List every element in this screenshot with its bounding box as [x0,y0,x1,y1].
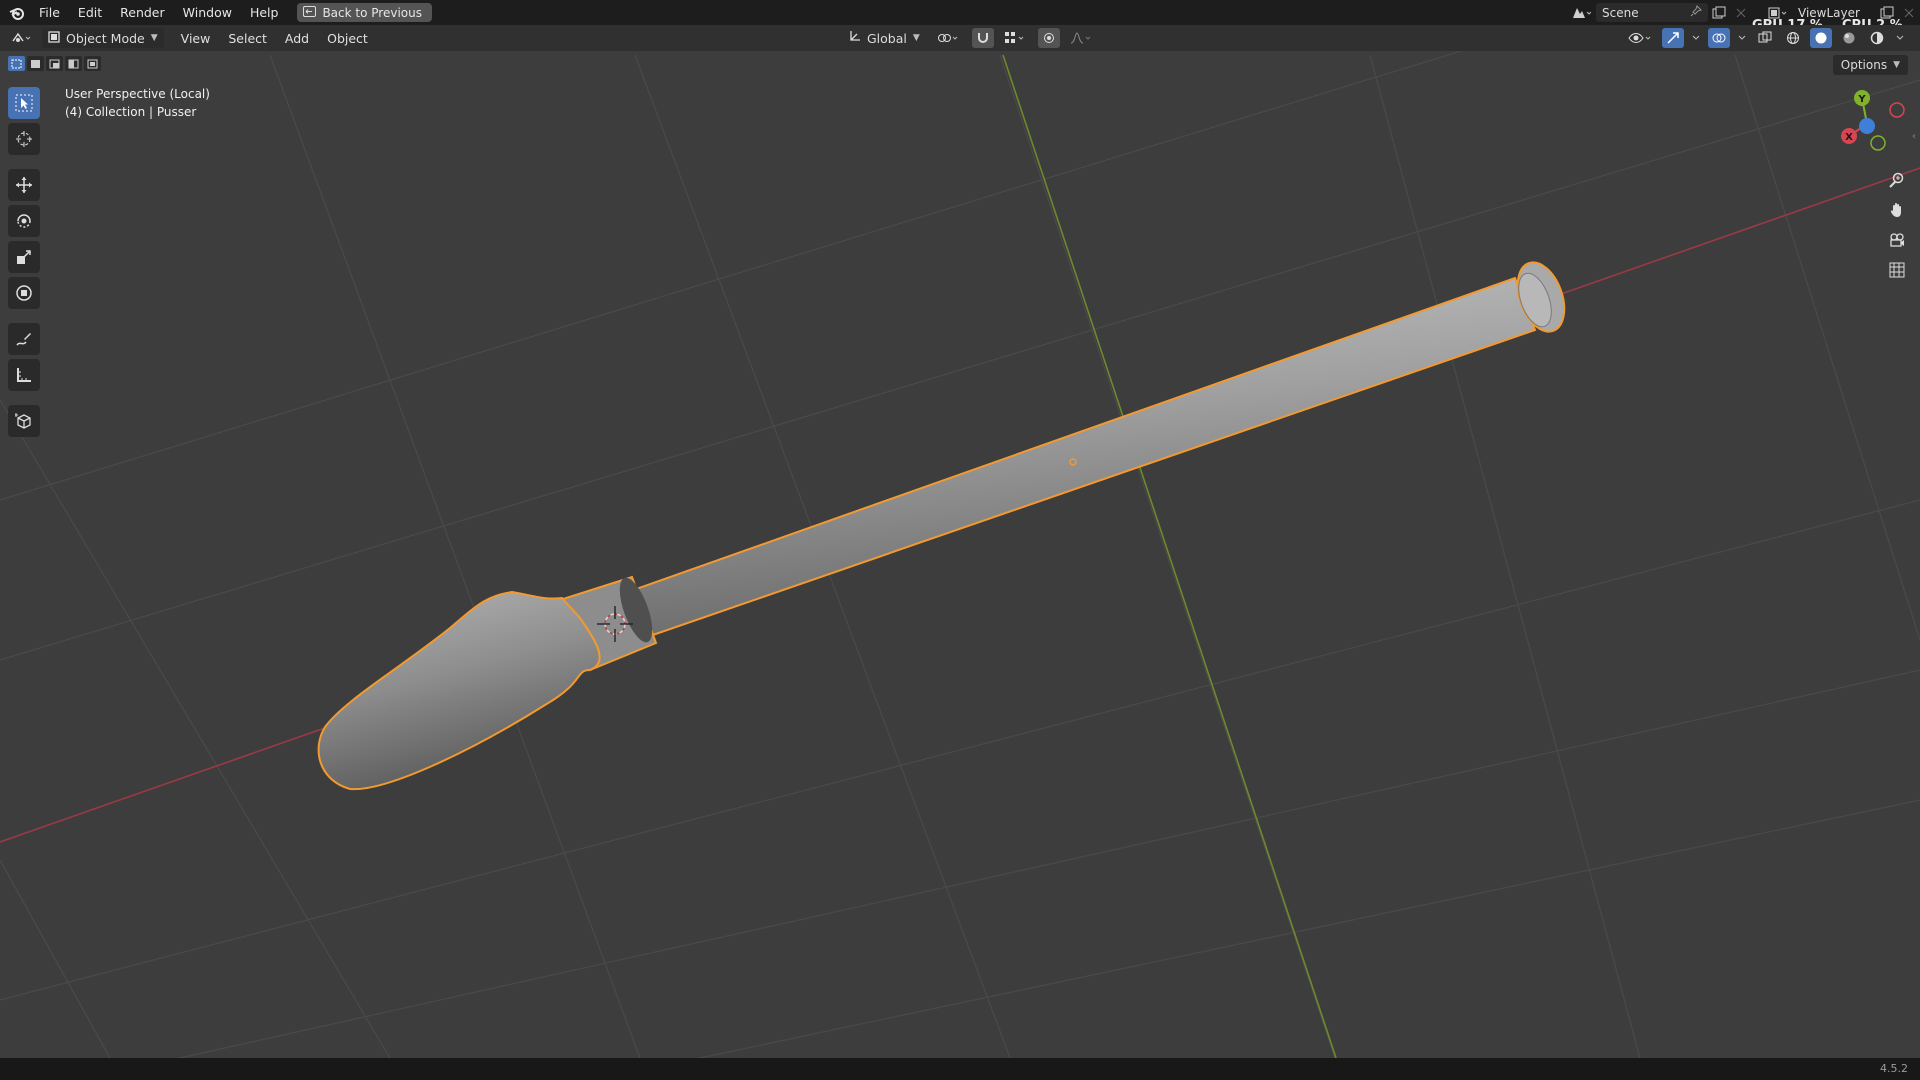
menu-edit[interactable]: Edit [69,0,111,25]
scene-browse-icon[interactable] [1566,3,1596,23]
collection-label: (4) Collection | Pusser [65,105,197,119]
select-invert-icon[interactable] [65,56,82,71]
pivot-point-icon[interactable] [934,28,964,48]
object-mode-icon [48,30,60,46]
pan-hand-icon[interactable] [1884,198,1910,222]
annotate-tool-icon[interactable] [8,323,40,355]
viewport-header: Object Mode ▼ View Select Add Object Glo… [0,25,1920,51]
object-visibility-icon[interactable] [1626,28,1656,48]
move-tool-icon[interactable] [8,169,40,201]
y-axis-line [1002,54,1337,1058]
select-box-tool-icon[interactable] [8,87,40,119]
pin-icon[interactable] [1690,5,1702,20]
y-axis-label: Y [1857,94,1866,105]
select-new-icon[interactable] [8,56,25,71]
selection-mode-group [8,56,101,71]
gizmo-dropdown-icon[interactable] [1690,28,1702,48]
shading-dropdown-icon[interactable] [1894,28,1906,48]
proportional-falloff-icon[interactable] [1068,28,1096,48]
proportional-editing-icon[interactable] [1037,28,1060,48]
perspective-label: User Perspective (Local) [65,87,210,101]
menu-add[interactable]: Add [276,31,318,46]
version-label: 4.5.2 [1880,1062,1908,1075]
fullscreen-back-icon [303,5,317,20]
menu-help[interactable]: Help [241,0,288,25]
zoom-icon[interactable] [1884,168,1910,192]
snap-toggle-icon[interactable] [971,28,994,48]
viewport-header-right [1626,25,1906,51]
snap-target-icon[interactable] [1002,28,1030,48]
tool-shelf [8,87,40,437]
measure-tool-icon[interactable] [8,359,40,391]
camera-view-icon[interactable] [1884,228,1910,252]
navigation-gizmo[interactable]: Y X [1830,86,1920,176]
rotate-tool-icon[interactable] [8,205,40,237]
orientation-axes-icon [848,30,861,46]
status-bar: 4.5.2 [0,1058,1920,1080]
overlays-toggle-icon[interactable] [1708,28,1730,48]
delete-scene-icon[interactable] [1730,3,1752,23]
menu-window[interactable]: Window [174,0,241,25]
transform-tool-icon[interactable] [8,277,40,309]
blender-logo-icon[interactable] [4,0,30,25]
select-intersect-icon[interactable] [84,56,101,71]
menu-file[interactable]: File [30,0,69,25]
scene-name-field[interactable]: Scene [1596,3,1708,22]
options-dropdown[interactable]: Options ▼ [1832,55,1908,75]
new-scene-icon[interactable] [1708,3,1730,23]
orthographic-toggle-icon[interactable] [1884,258,1910,282]
chevron-down-icon: ▼ [1893,60,1900,70]
solid-shading-icon[interactable] [1810,28,1832,48]
menu-select[interactable]: Select [219,31,276,46]
view-navigation-tools [1884,168,1910,282]
menu-view[interactable]: View [172,31,220,46]
sidebar-toggle-icon[interactable]: ‹ [1912,131,1920,151]
rendered-shading-icon[interactable] [1866,28,1888,48]
object-mode-dropdown[interactable]: Object Mode ▼ [42,28,164,48]
negative-y-handle [1870,135,1886,151]
material-preview-icon[interactable] [1838,28,1860,48]
gizmo-toggle-icon[interactable] [1662,28,1684,48]
x-axis-label: X [1845,132,1853,143]
chevron-down-icon: ▼ [912,33,920,43]
transform-orientation-dropdown[interactable]: Global ▼ [842,28,926,48]
object-mode-label: Object Mode [66,30,145,46]
pusser-object [317,261,1566,791]
scale-tool-icon[interactable] [8,241,40,273]
z-axis-handle [1859,118,1875,134]
top-menu-bar: File Edit Render Window Help Back to Pre… [0,0,1920,25]
overlays-dropdown-icon[interactable] [1736,28,1748,48]
back-to-previous-button[interactable]: Back to Previous [297,3,432,22]
back-to-previous-label: Back to Previous [322,5,422,20]
options-label: Options [1840,58,1888,72]
select-subtract-icon[interactable] [46,56,63,71]
editor-type-icon[interactable] [6,28,38,48]
wireframe-shading-icon[interactable] [1782,28,1804,48]
scene-name: Scene [1602,5,1639,20]
chevron-down-icon: ▼ [150,33,158,43]
floor-grid [0,51,1920,1058]
select-extend-icon[interactable] [27,56,44,71]
negative-x-handle [1889,102,1905,118]
3d-viewport[interactable]: User Perspective (Local) (4) Collection … [0,51,1920,1058]
transform-orientation-label: Global [867,30,907,46]
cursor-tool-icon[interactable] [8,123,40,155]
transform-controls: Global ▼ [838,25,1096,51]
add-cube-tool-icon[interactable] [8,405,40,437]
menu-render[interactable]: Render [111,0,174,25]
xray-toggle-icon[interactable] [1754,28,1776,48]
viewport-canvas [0,51,1920,1058]
menu-object[interactable]: Object [318,31,377,46]
